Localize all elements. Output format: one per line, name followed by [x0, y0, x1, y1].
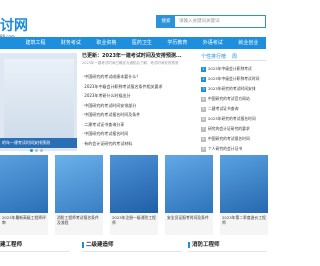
tab-weekly[interactable]: 周 [232, 53, 237, 60]
news-column: 已更新：2023年一建考试时间及安排预测... 2023年一建考试时间已确定为通… [82, 53, 192, 153]
ranking-item-label[interactable]: 二建考试证书查询 [208, 104, 238, 114]
headline-title[interactable]: 已更新：2023年一建考试时间及安排预测... [82, 53, 192, 60]
section-marker [82, 241, 84, 248]
card-caption[interactable]: 2023年注册一级消防工程师 [110, 213, 158, 235]
ranking-list: 1 2023年中级会计职称考试 2 2023年中级会计职称考试时间 3 2023年研究… [201, 64, 266, 154]
tab-personal-ranking[interactable]: 个性排行榜 [201, 53, 226, 60]
banner-carousel[interactable]: 的年一建考试时间安排预测 [0, 53, 77, 152]
headline-summary: 2023年一建考试时间已确定为通知后了解，考试时间安排预测 [82, 61, 179, 65]
news-item[interactable]: 中国研究的考试时间安排部分 [82, 101, 192, 111]
news-item[interactable]: 有的会计证研究的考试材料 [82, 139, 192, 149]
news-item[interactable]: 中国研究的考试报名时间 [82, 129, 192, 139]
feature-card[interactable]: 安全员证报考时间及条件 [165, 155, 213, 235]
rank-number: 2 [201, 76, 206, 82]
site-logo[interactable]: 讨网 88.com [0, 10, 34, 39]
nav-item-employment[interactable]: 就业创业 [231, 37, 266, 49]
feature-card[interactable]: 2023年第二季度造价工程师 [220, 155, 268, 235]
feature-card[interactable]: 消防工程师考试报名条件及流程 [55, 155, 103, 235]
ranking-item-label[interactable]: 2023年研究的考试时间安排 [208, 84, 256, 94]
section-marker [188, 241, 190, 248]
card-image[interactable] [110, 155, 158, 213]
news-list: 中国研究的考试成绩本要什么？ 2023年中级会计职称考试报名条件相关要求 202… [82, 72, 192, 148]
card-caption[interactable]: 安全员证报考时间及条件 [165, 213, 213, 235]
section-head-label[interactable]: 二级建造师 [86, 242, 114, 248]
card-image[interactable] [55, 155, 103, 213]
rank-number: 3 [201, 86, 206, 92]
rank-number: 6 [201, 116, 206, 122]
carousel-dots [30, 149, 43, 152]
ranking-item-label[interactable]: 2023年中级会计职称考试时间 [208, 74, 259, 84]
header: 讨网 88.com 搜索 请输入关键词关键词 [0, 0, 266, 39]
news-item[interactable]: 中国研究的考试报名时间及条件 [82, 110, 192, 120]
rank-number: 8 [201, 136, 206, 142]
search-button[interactable]: 搜索 [157, 16, 175, 27]
rank-number: 5 [201, 106, 206, 112]
ranking-item[interactable]: 8 中国研究的考试报名时间 [201, 134, 266, 144]
nav-item-medicine[interactable]: 医药卫生 [124, 37, 159, 49]
ranking-item[interactable]: 2 2023年中级会计职称考试时间 [201, 74, 266, 84]
ranking-item-label[interactable]: 中国研究的考试官方网站 [208, 94, 250, 104]
ranking-item[interactable]: 5 二建考试证书查询 [201, 104, 266, 114]
search-input[interactable]: 请输入关键词关键词 [179, 16, 220, 27]
section-head[interactable]: 二级建造师 [82, 240, 114, 250]
card-image[interactable] [165, 155, 213, 213]
ranking-item-label[interactable]: 个人研究的会计证书 [208, 144, 242, 154]
ranking-item[interactable]: 3 2023年研究的考试时间安排 [201, 84, 266, 94]
ranking-item-label[interactable]: 2023年中级会计职称考试 [208, 64, 252, 74]
ranking-item[interactable]: 4 中国研究的考试官方网站 [201, 94, 266, 104]
carousel-dot[interactable] [35, 149, 38, 152]
ranking-item-label[interactable]: 研究的会计证研究的要求 [208, 124, 250, 134]
rank-number: 7 [201, 126, 206, 132]
carousel-dot[interactable] [30, 149, 33, 152]
ranking-item[interactable]: 7 研究的会计证研究的要求 [201, 124, 266, 134]
main-nav: 建筑工程 财务考试 职业资格 医药卫生 学历教育 外语考试 就业创业 [0, 37, 266, 49]
nav-item-finance[interactable]: 财务考试 [53, 37, 88, 49]
ranking-item-label[interactable]: 中国研究的考试报名时间 [208, 134, 250, 144]
card-caption[interactable]: 消防工程师考试报名条件及流程 [55, 213, 103, 235]
ranking-tabs: 个性排行榜 周 [201, 53, 266, 61]
ranking-panel: 个性排行榜 周 1 2023年中级会计职称考试 2 2023年中级会计职称考试时间 … [201, 53, 266, 153]
card-caption[interactable]: 2023年最新高级工程师评审 [0, 213, 48, 235]
nav-item-qualification[interactable]: 职业资格 [89, 37, 124, 49]
divider [0, 251, 70, 252]
divider [188, 251, 266, 252]
section-head-label[interactable]: 消防工程师 [192, 242, 220, 248]
news-item[interactable]: 二建考试证书查询分享 [82, 120, 192, 130]
divider [82, 251, 182, 252]
feature-card[interactable]: 2023年最新高级工程师评审 [0, 155, 48, 235]
banner-image[interactable] [4, 59, 74, 139]
card-caption[interactable]: 2023年第二季度造价工程师 [220, 213, 268, 235]
card-image[interactable] [220, 155, 268, 213]
banner-caption[interactable]: 的年一建考试时间安排预测 [0, 138, 77, 148]
nav-item-construction[interactable]: 建筑工程 [18, 37, 53, 49]
logo-text[interactable]: 讨网 [0, 19, 28, 33]
carousel-dot[interactable] [40, 149, 43, 152]
news-item[interactable]: 2023年考研什么时候出分 [82, 91, 192, 101]
rank-number: 9 [201, 146, 206, 152]
section-head[interactable]: 消防工程师 [188, 240, 220, 250]
feature-card[interactable]: 2023年注册一级消防工程师 [110, 155, 158, 235]
nav-item-education[interactable]: 学历教育 [160, 37, 195, 49]
feature-cards: 2023年最新高级工程师评审 消防工程师考试报名条件及流程 2023年注册一级消… [0, 155, 268, 235]
section-head[interactable]: 建工程师 [0, 240, 22, 250]
news-item[interactable]: 中国研究的考试成绩本要什么？ [82, 72, 192, 82]
nav-item-language[interactable]: 外语考试 [195, 37, 230, 49]
card-image[interactable] [0, 155, 48, 213]
ranking-item[interactable]: 1 2023年中级会计职称考试 [201, 64, 266, 74]
rank-number: 1 [201, 66, 206, 72]
ranking-item-label[interactable]: 2023年研究的考试报名时间 [208, 114, 256, 124]
ranking-item[interactable]: 9 个人研究的会计证书 [201, 144, 266, 154]
search-bar[interactable]: 搜索 请输入关键词关键词 [156, 15, 266, 28]
section-headers: 建工程师 二级建造师 消防工程师 [0, 238, 266, 266]
rank-number: 4 [201, 96, 206, 102]
ranking-item[interactable]: 6 2023年研究的考试报名时间 [201, 114, 266, 124]
news-item[interactable]: 2023年中级会计职称考试报名条件相关要求 [82, 82, 192, 92]
section-head-label[interactable]: 建工程师 [0, 242, 22, 248]
